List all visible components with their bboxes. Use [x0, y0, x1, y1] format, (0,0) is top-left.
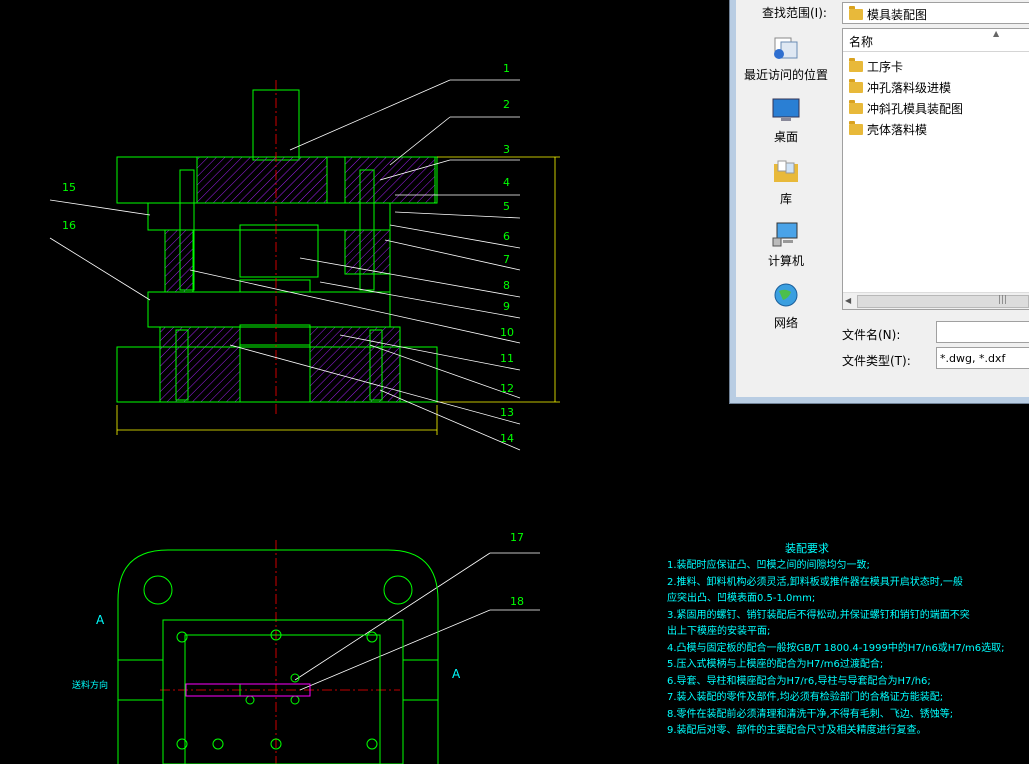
network-icon — [774, 283, 798, 307]
desktop-icon — [772, 98, 800, 121]
requirement-line: 7.装入装配的零件及部件,均必须有检验部门的合格证方能装配; — [667, 692, 944, 703]
filename-label: 文件名(N): — [842, 328, 901, 342]
part-number-5: 5 — [503, 200, 510, 213]
part-number-10: 10 — [500, 326, 514, 339]
part-number-17: 17 — [510, 531, 524, 544]
part-number-14: 14 — [500, 432, 514, 445]
place-recent[interactable]: 最近访问的位置 — [736, 34, 836, 83]
file-list[interactable]: 名称 ▲ 工序卡 冲孔落料级进模 冲斜孔模具装配图 壳体落料模 ◀ ||| — [842, 28, 1029, 310]
requirement-line: 应突出凸、凹模表面0.5-1.0mm; — [667, 593, 816, 604]
requirement-line: 1.装配时应保证凸、凹模之间的间隙均匀一致; — [667, 560, 870, 571]
horizontal-scrollbar[interactable]: ◀ ||| — [843, 292, 1029, 309]
part-number-7: 7 — [503, 253, 510, 266]
grip-icon: ||| — [998, 295, 1008, 305]
scroll-thumb[interactable]: ||| — [857, 295, 1029, 308]
feed-direction-label: 送料方向 — [72, 679, 108, 691]
requirement-line: 4.凸模与固定板的配合一般按GB/T 1800.4-1999中的H7/n6或H7… — [667, 642, 1005, 654]
part-number-16: 16 — [62, 219, 76, 232]
place-desktop[interactable]: 桌面 — [736, 96, 836, 145]
front-section-view — [116, 89, 438, 403]
section-marker-left: A — [96, 613, 105, 627]
computer-icon — [772, 222, 798, 247]
requirement-line: 9.装配后对零、部件的主要配合尺寸及相关精度进行复查。 — [667, 725, 927, 736]
place-computer[interactable]: 计算机 — [736, 220, 836, 269]
part-number-12: 12 — [500, 382, 514, 395]
part-number-11: 11 — [500, 352, 514, 365]
sort-up-icon: ▲ — [993, 29, 1000, 38]
folder-icon — [849, 79, 863, 93]
requirement-line: 出上下模座的安装平面; — [667, 626, 771, 637]
part-number-13: 13 — [500, 406, 514, 419]
requirement-line: 6.导套、导柱和模座配合为H7/r6,导柱与导套配合为H7/h6; — [667, 675, 931, 687]
look-in-value: 模具装配图 — [867, 8, 928, 22]
part-number-2: 2 — [503, 98, 510, 111]
part-number-8: 8 — [503, 279, 510, 292]
requirement-line: 8.零件在装配前必须清理和清洗干净,不得有毛刺、飞边、锈蚀等; — [667, 708, 954, 720]
part-number-1: 1 — [503, 62, 510, 75]
libraries-icon — [774, 160, 798, 182]
requirement-line: 3.紧固用的螺钉、销钉装配后不得松动,并保证螺钉和销钉的端面不突 — [667, 609, 970, 621]
place-libraries[interactable]: 库 — [736, 158, 836, 207]
part-number-9: 9 — [503, 300, 510, 313]
look-in-label: 查找范围(I): — [762, 6, 827, 20]
open-file-dialog: 查找范围(I): 模具装配图 最近访问的位置 桌面 库 计算机 网络 名称 ▲ … — [729, 0, 1029, 404]
filetype-select[interactable]: *.dwg, *.dxf — [936, 347, 1029, 369]
part-number-4: 4 — [503, 176, 510, 189]
filetype-label: 文件类型(T): — [842, 354, 911, 368]
requirement-line: 2.推料、卸料机构必须灵活,卸料板或推件器在模具开启状态时,一般 — [667, 576, 963, 588]
top-plan-view — [117, 549, 439, 764]
part-number-18: 18 — [510, 595, 524, 608]
places-bar: 最近访问的位置 桌面 库 计算机 网络 — [736, 26, 836, 386]
look-in-dropdown[interactable]: 模具装配图 — [842, 2, 1029, 24]
part-number-6: 6 — [503, 230, 510, 243]
section-marker-right: A — [452, 667, 461, 681]
folder-icon — [849, 121, 863, 135]
folder-icon — [849, 6, 863, 20]
requirement-line: 5.压入式模柄与上模座的配合为H7/m6过渡配合; — [667, 659, 884, 670]
part-number-15: 15 — [62, 181, 76, 194]
place-network[interactable]: 网络 — [736, 282, 836, 331]
requirements-title: 装配要求 — [785, 542, 829, 555]
column-header-name[interactable]: 名称 ▲ — [843, 29, 1029, 52]
folder-icon — [849, 58, 863, 72]
recent-places-icon — [774, 37, 798, 59]
part-number-labels: 123456789101112131415161718 — [62, 62, 524, 608]
scroll-left-icon[interactable]: ◀ — [845, 296, 851, 305]
part-number-3: 3 — [503, 143, 510, 156]
filename-input[interactable] — [936, 321, 1029, 343]
folder-icon — [849, 100, 863, 114]
